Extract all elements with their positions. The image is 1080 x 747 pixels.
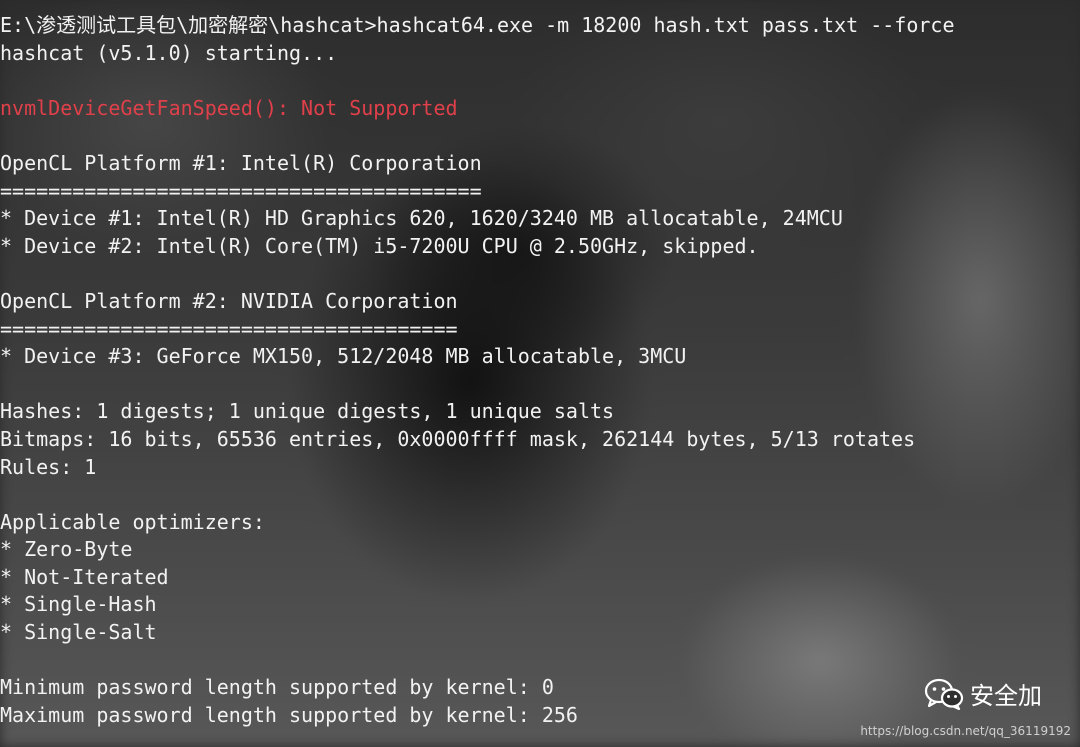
terminal-line: Minimum password length supported by ker… <box>0 675 554 700</box>
terminal-line: ====================================== <box>0 316 458 341</box>
terminal-line: * Device #1: Intel(R) HD Graphics 620, 1… <box>0 206 843 231</box>
terminal-output: E:\渗透测试工具包\加密解密\hashcat>hashcat64.exe -m… <box>0 12 1080 729</box>
terminal-line: * Device #2: Intel(R) Core(TM) i5-7200U … <box>0 233 759 258</box>
terminal-line: OpenCL Platform #2: NVIDIA Corporation <box>0 288 458 313</box>
wechat-icon <box>924 678 964 710</box>
terminal-line: hashcat (v5.1.0) starting... <box>0 40 338 65</box>
wechat-watermark: 安全加 <box>924 676 1042 711</box>
watermark-label: 安全加 <box>970 682 1042 710</box>
terminal-line: Bitmaps: 16 bits, 65536 entries, 0x0000f… <box>0 426 916 451</box>
terminal-line: ======================================== <box>0 178 482 203</box>
source-url-watermark: https://blog.csdn.net/qq_36119192 <box>860 724 1071 738</box>
terminal-line: * Not-Iterated <box>0 564 169 589</box>
terminal-line: * Device #3: GeForce MX150, 512/2048 MB … <box>0 344 687 369</box>
terminal-line: Hashes: 1 digests; 1 unique digests, 1 u… <box>0 399 615 424</box>
terminal-line: Rules: 1 <box>0 454 97 479</box>
terminal-line: * Single-Hash <box>0 592 157 617</box>
terminal-line: OpenCL Platform #1: Intel(R) Corporation <box>0 150 482 175</box>
terminal-line: * Single-Salt <box>0 620 157 645</box>
terminal-line: Applicable optimizers: <box>0 509 265 534</box>
terminal-line: * Zero-Byte <box>0 537 133 562</box>
terminal-error-line: nvmlDeviceGetFanSpeed(): Not Supported <box>0 95 458 120</box>
terminal-line: E:\渗透测试工具包\加密解密\hashcat>hashcat64.exe -m… <box>0 13 955 37</box>
